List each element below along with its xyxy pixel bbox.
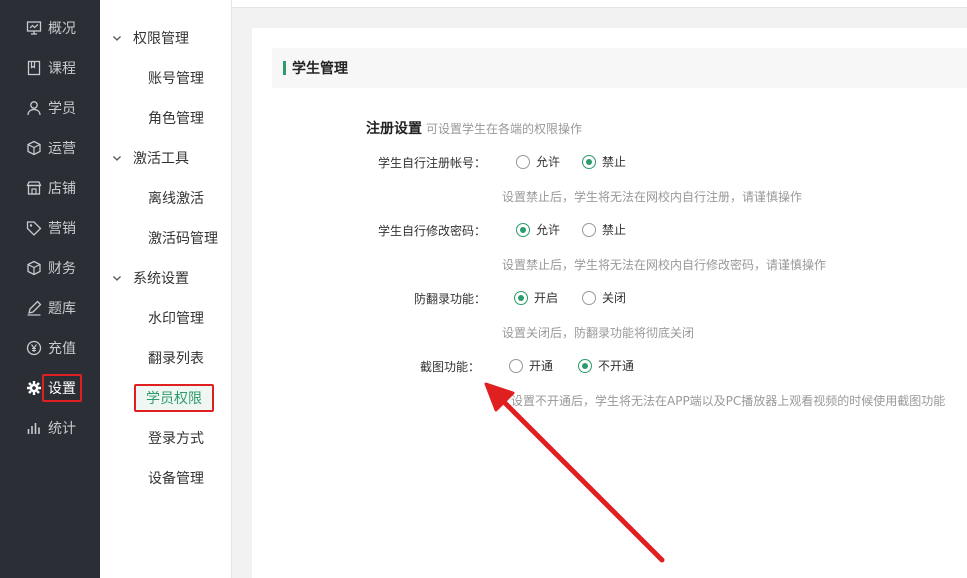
row-label-self-register: 学生自行注册帐号： — [377, 156, 486, 170]
nav-label: 课程 — [48, 61, 76, 77]
subnav-group-label: 激活工具 — [133, 151, 189, 167]
subnav-item-activation-code[interactable]: 激活码管理 — [148, 218, 218, 258]
row-note-self-register: 设置禁止后，学生将无法在网校内自行注册，请谨慎操作 — [502, 190, 803, 204]
row-label-change-password: 学生自行修改密码： — [377, 224, 486, 238]
radio-label: 开通 — [529, 359, 554, 373]
cube-icon — [26, 140, 42, 156]
content-card: 学生管理 注册设置 可设置学生在各端的权限操作 学生自行注册帐号： 允许 禁止 … — [252, 28, 967, 578]
store-icon — [26, 180, 42, 196]
radio-label: 禁止 — [602, 223, 627, 237]
yen-icon — [26, 340, 42, 356]
radio-label: 开启 — [534, 291, 559, 305]
subnav-item-login-method[interactable]: 登录方式 — [148, 418, 204, 458]
settings-subnav: 权限管理 账号管理 角色管理 激活工具 离线激活 激活码管理 系统设置 水印管理… — [100, 0, 232, 578]
radio-label: 允许 — [536, 155, 561, 169]
nav-item-recharge[interactable]: 充值 — [0, 328, 100, 368]
page-title: 学生管理 — [292, 61, 348, 77]
radio-change-password-forbid[interactable]: 禁止 — [582, 221, 626, 238]
nav-item-marketing[interactable]: 营销 — [0, 208, 100, 248]
subnav-group-activation[interactable]: 激活工具 — [100, 138, 232, 178]
nav-item-overview[interactable]: 概况 — [0, 8, 100, 48]
cube-icon — [26, 260, 42, 276]
radio-screenshot-enable[interactable]: 开通 — [509, 357, 553, 374]
row-label-anti-recording: 防翻录功能： — [413, 292, 486, 306]
radio-label: 禁止 — [602, 155, 627, 169]
radio-circle — [509, 358, 523, 373]
nav-item-settings[interactable]: 设置 — [0, 368, 100, 408]
nav-label: 统计 — [48, 421, 76, 437]
card-header: 学生管理 — [272, 48, 967, 88]
nav-label: 充值 — [48, 341, 76, 357]
subnav-group-label: 系统设置 — [133, 271, 189, 287]
radio-circle — [516, 222, 530, 237]
nav-label: 财务 — [48, 261, 76, 277]
nav-item-courses[interactable]: 课程 — [0, 48, 100, 88]
book-icon — [26, 60, 42, 76]
user-icon — [26, 100, 42, 116]
nav-label: 概况 — [48, 21, 76, 37]
row-note-screenshot: 设置不开通后，学生将无法在APP端以及PC播放器上观看视频的时候使用截图功能 — [511, 394, 946, 408]
nav-label: 题库 — [48, 301, 76, 317]
nav-label: 运营 — [48, 141, 76, 157]
subnav-item-role[interactable]: 角色管理 — [148, 98, 204, 138]
subnav-group-label: 权限管理 — [133, 31, 189, 47]
nav-label: 店铺 — [48, 181, 76, 197]
tag-icon — [26, 220, 42, 236]
radio-label: 不开通 — [598, 359, 635, 373]
bar-chart-icon — [26, 420, 42, 436]
monitor-icon — [26, 20, 42, 36]
radio-circle — [582, 222, 596, 237]
nav-item-students[interactable]: 学员 — [0, 88, 100, 128]
radio-self-register-allow[interactable]: 允许 — [516, 153, 560, 170]
nav-item-finance[interactable]: 财务 — [0, 248, 100, 288]
subnav-item-offline-activation[interactable]: 离线激活 — [148, 178, 204, 218]
subnav-item-student-permissions[interactable]: 学员权限 — [134, 384, 214, 412]
subnav-group-system[interactable]: 系统设置 — [100, 258, 232, 298]
nav-item-question-bank[interactable]: 题库 — [0, 288, 100, 328]
title-accent-bar — [283, 61, 286, 75]
row-label-screenshot: 截图功能： — [419, 360, 480, 374]
chevron-down-icon — [112, 33, 122, 43]
row-note-change-password: 设置禁止后，学生将无法在网校内自行修改密码，请谨慎操作 — [502, 258, 827, 272]
gear-icon — [26, 380, 42, 396]
radio-circle — [514, 290, 528, 305]
radio-circle — [582, 154, 596, 169]
top-bar — [232, 0, 967, 8]
chevron-down-icon — [112, 153, 122, 163]
radio-circle — [578, 358, 592, 373]
nav-label: 学员 — [48, 101, 76, 117]
radio-circle — [582, 290, 596, 305]
subnav-item-recording-list[interactable]: 翻录列表 — [148, 338, 204, 378]
nav-item-store[interactable]: 店铺 — [0, 168, 100, 208]
radio-anti-recording-off[interactable]: 关闭 — [582, 289, 626, 306]
pen-icon — [26, 300, 42, 316]
radio-screenshot-disable[interactable]: 不开通 — [578, 357, 634, 374]
subnav-item-watermark[interactable]: 水印管理 — [148, 298, 204, 338]
radio-label: 允许 — [536, 223, 561, 237]
subnav-item-device[interactable]: 设备管理 — [148, 458, 204, 498]
radio-change-password-allow[interactable]: 允许 — [516, 221, 560, 238]
nav-item-operations[interactable]: 运营 — [0, 128, 100, 168]
row-note-anti-recording: 设置关闭后，防翻录功能将彻底关闭 — [502, 326, 695, 340]
chevron-down-icon — [112, 273, 122, 283]
nav-label: 营销 — [48, 221, 76, 237]
subnav-item-account[interactable]: 账号管理 — [148, 58, 204, 98]
main-sidebar: 概况 课程 学员 运营 店铺 营销 财务 题库 充值 设置 统计 — [0, 0, 100, 578]
radio-circle — [516, 154, 530, 169]
nav-item-statistics[interactable]: 统计 — [0, 408, 100, 448]
radio-self-register-forbid[interactable]: 禁止 — [582, 153, 626, 170]
radio-label: 关闭 — [602, 291, 627, 305]
subnav-group-permissions[interactable]: 权限管理 — [100, 18, 232, 58]
section-title: 注册设置 — [366, 121, 422, 137]
nav-label: 设置 — [42, 374, 82, 402]
radio-anti-recording-on[interactable]: 开启 — [514, 289, 558, 306]
section-hint: 可设置学生在各端的权限操作 — [426, 122, 583, 136]
